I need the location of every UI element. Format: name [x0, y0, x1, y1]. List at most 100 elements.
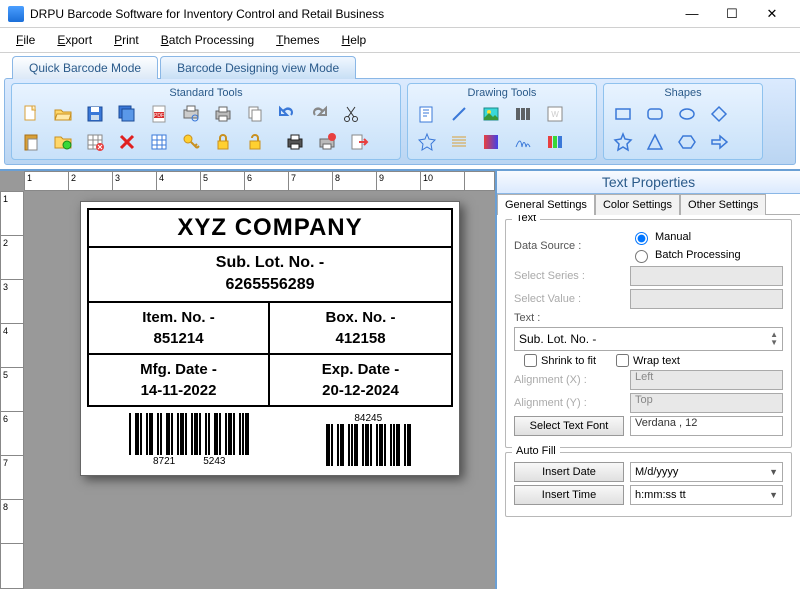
table-icon[interactable]	[144, 129, 174, 155]
workspace: 12345678910 12345678 XYZ COMPANY Sub. Lo…	[0, 169, 800, 589]
insert-time-button[interactable]: Insert Time	[514, 485, 624, 505]
gradient-tool-icon[interactable]	[476, 129, 506, 155]
mode-tabs: Quick Barcode Mode Barcode Designing vie…	[0, 53, 800, 78]
font-display: Verdana , 12	[630, 416, 783, 436]
redo-icon[interactable]	[304, 101, 334, 127]
barcode-2[interactable]: 84245	[326, 413, 411, 467]
hexagon-shape-icon[interactable]	[672, 129, 702, 155]
signature-tool-icon[interactable]	[508, 129, 538, 155]
roundrect-shape-icon[interactable]	[640, 101, 670, 127]
minimize-button[interactable]: —	[672, 6, 712, 21]
menu-batch[interactable]: Batch Processing	[151, 30, 264, 50]
copy-icon[interactable]	[240, 101, 270, 127]
close-button[interactable]: ✕	[752, 6, 792, 22]
svg-text:PDF: PDF	[154, 113, 164, 119]
image-tool-icon[interactable]	[476, 101, 506, 127]
ellipse-shape-icon[interactable]	[672, 101, 702, 127]
print-icon[interactable]	[208, 101, 238, 127]
label-company[interactable]: XYZ COMPANY	[88, 209, 452, 247]
canvas-area[interactable]: 12345678910 12345678 XYZ COMPANY Sub. Lo…	[0, 171, 495, 589]
insert-date-button[interactable]: Insert Date	[514, 462, 624, 482]
menu-file[interactable]: File	[6, 30, 45, 50]
group-title-standard: Standard Tools	[16, 86, 396, 101]
shrink-checkbox[interactable]: Shrink to fit	[524, 354, 596, 367]
ribbon-group-shapes: Shapes	[603, 83, 763, 160]
delete-icon[interactable]	[112, 129, 142, 155]
menubar: File Export Print Batch Processing Theme…	[0, 28, 800, 53]
lock-icon[interactable]	[208, 129, 238, 155]
label-exp[interactable]: Exp. Date -20-12-2024	[269, 354, 452, 406]
ribbon: Standard Tools PDF D	[4, 78, 796, 165]
tab-design-mode[interactable]: Barcode Designing view Mode	[160, 56, 356, 79]
radio-batch[interactable]: Batch Processing	[630, 247, 741, 263]
triangle-shape-icon[interactable]	[640, 129, 670, 155]
window-title: DRPU Barcode Software for Inventory Cont…	[30, 7, 672, 21]
label-mfg[interactable]: Mfg. Date -14-11-2022	[88, 354, 269, 406]
titlebar: DRPU Barcode Software for Inventory Cont…	[0, 0, 800, 28]
date-format-select[interactable]: M/d/yyyy▼	[630, 462, 783, 482]
star-tool-icon[interactable]	[412, 129, 442, 155]
time-format-select[interactable]: h:mm:ss tt▼	[630, 485, 783, 505]
print-preview-icon[interactable]	[176, 101, 206, 127]
arrow-shape-icon[interactable]	[704, 129, 734, 155]
text-fieldset: Text Data Source : Manual Batch Processi…	[505, 219, 792, 448]
folder-refresh-icon[interactable]	[48, 129, 78, 155]
autofill-legend: Auto Fill	[512, 445, 560, 457]
label-box[interactable]: Box. No. -412158	[269, 302, 452, 354]
tab-quick-mode[interactable]: Quick Barcode Mode	[12, 56, 158, 79]
label-card[interactable]: XYZ COMPANY Sub. Lot. No. -6265556289 It…	[80, 201, 460, 476]
spinner-arrows[interactable]: ▲▼	[770, 331, 778, 347]
cut-icon[interactable]	[336, 101, 366, 127]
barcode-tool-icon[interactable]	[508, 101, 538, 127]
series-label: Select Series :	[514, 270, 624, 282]
ribbon-group-drawing: Drawing Tools W	[407, 83, 597, 160]
autofill-fieldset: Auto Fill Insert DateM/d/yyyy▼ Insert Ti…	[505, 452, 792, 517]
tab-color-settings[interactable]: Color Settings	[595, 194, 680, 215]
delete-table-icon[interactable]	[80, 129, 110, 155]
text-tool-icon[interactable]	[412, 101, 442, 127]
group-title-shapes: Shapes	[608, 86, 758, 101]
wrap-checkbox[interactable]: Wrap text	[616, 354, 680, 367]
properties-panel: Text Properties General Settings Color S…	[495, 171, 800, 589]
tab-other-settings[interactable]: Other Settings	[680, 194, 766, 215]
watermark-tool-icon[interactable]: W	[540, 101, 570, 127]
print-dark-icon[interactable]	[280, 129, 310, 155]
aligny-select: Top	[630, 393, 783, 413]
line-tool-icon[interactable]	[444, 101, 474, 127]
maximize-button[interactable]: ☐	[712, 6, 752, 22]
key-icon[interactable]	[176, 129, 206, 155]
label-sublot[interactable]: Sub. Lot. No. -6265556289	[88, 247, 452, 302]
export-pdf-icon[interactable]: PDF	[144, 101, 174, 127]
library-tool-icon[interactable]	[540, 129, 570, 155]
menu-help[interactable]: Help	[332, 30, 377, 50]
undo-icon[interactable]	[272, 101, 302, 127]
barcode-1[interactable]: 87215243	[129, 413, 249, 467]
tab-general-settings[interactable]: General Settings	[497, 194, 595, 215]
save-icon[interactable]	[80, 101, 110, 127]
open-icon[interactable]	[48, 101, 78, 127]
aligny-label: Alignment (Y) :	[514, 397, 624, 409]
exit-icon[interactable]	[344, 129, 374, 155]
ruler-horizontal: 12345678910	[24, 171, 495, 191]
menu-themes[interactable]: Themes	[266, 30, 329, 50]
multiline-tool-icon[interactable]	[444, 129, 474, 155]
paste-icon[interactable]	[16, 129, 46, 155]
menu-export[interactable]: Export	[47, 30, 102, 50]
radio-manual[interactable]: Manual	[630, 229, 741, 245]
properties-tabs: General Settings Color Settings Other Se…	[497, 194, 800, 215]
star-shape-icon[interactable]	[608, 129, 638, 155]
rect-shape-icon[interactable]	[608, 101, 638, 127]
label-item[interactable]: Item. No. -851214	[88, 302, 269, 354]
save-all-icon[interactable]	[112, 101, 142, 127]
text-field-label: Text :	[514, 312, 540, 324]
new-icon[interactable]	[16, 101, 46, 127]
diamond-shape-icon[interactable]	[704, 101, 734, 127]
alignx-select: Left	[630, 370, 783, 390]
menu-print[interactable]: Print	[104, 30, 149, 50]
properties-title: Text Properties	[497, 171, 800, 194]
unlock-icon[interactable]	[240, 129, 270, 155]
sep	[272, 129, 278, 155]
batch-print-icon[interactable]	[312, 129, 342, 155]
select-font-button[interactable]: Select Text Font	[514, 416, 624, 436]
text-input[interactable]: Sub. Lot. No. -▲▼	[514, 327, 783, 351]
